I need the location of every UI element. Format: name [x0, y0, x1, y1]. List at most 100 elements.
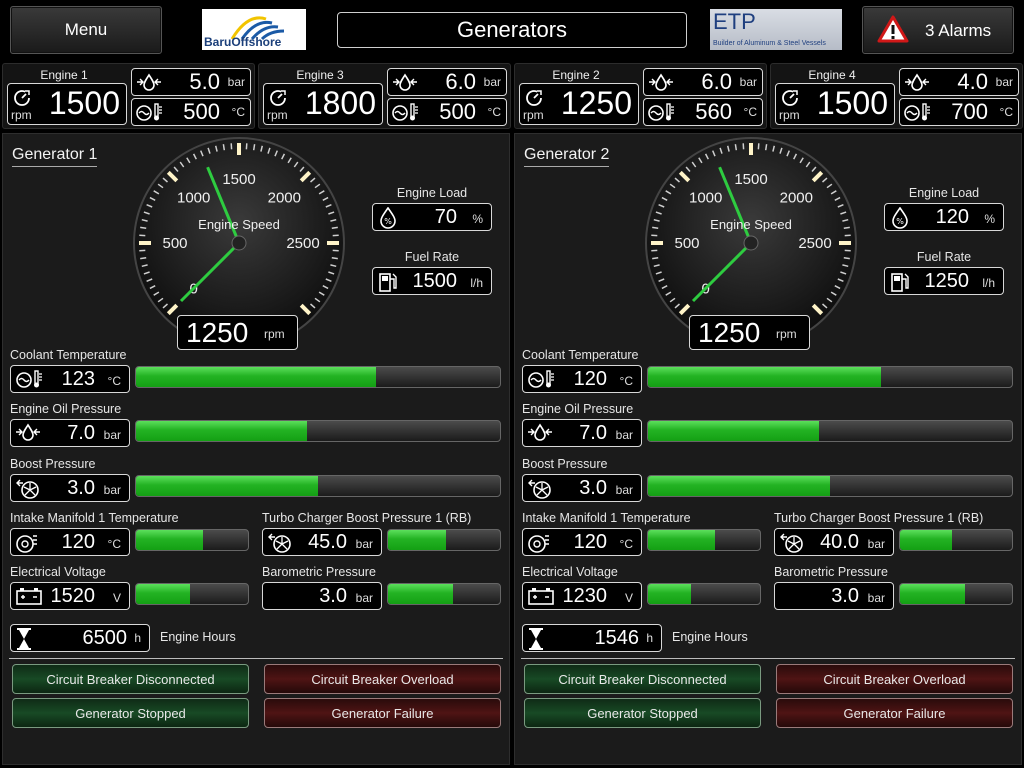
engine-panel: Engine 1 rpm 1500 5.0 bar 500 °C	[2, 63, 255, 129]
engine-pressure-box: 6.0 bar	[387, 68, 507, 96]
fuel-rate-value: 1500	[412, 270, 458, 292]
engine-temp-value: 500	[439, 99, 476, 124]
gauge-tick	[734, 144, 738, 151]
boost-pressure-bar-fill	[648, 476, 830, 496]
gauge-tick-label: 2500	[286, 235, 319, 252]
gauge-label: Engine Speed	[198, 217, 280, 232]
turbo-boost-label: Turbo Charger Boost Pressure 1 (RB)	[262, 511, 472, 525]
oil-pressure-bar-fill	[648, 421, 820, 441]
intake-temperature-box: 120 °C	[10, 528, 130, 556]
engine-name: Engine 1	[40, 68, 88, 82]
engine-rpm-value: 1500	[48, 85, 120, 121]
intake-temperature-label: Intake Manifold 1 Temperature	[10, 511, 179, 525]
generator-panel: Generator 2 05001000150020002500 Engine …	[514, 133, 1022, 765]
barometric-pressure-label: Barometric Pressure	[262, 565, 376, 579]
fuel-rate-box: 1250 l/h	[884, 267, 1004, 295]
oil-pressure-label: Engine Oil Pressure	[10, 402, 122, 416]
oil-pressure-box: 7.0 bar	[10, 419, 130, 447]
intake-temperature-label: Intake Manifold 1 Temperature	[522, 511, 691, 525]
gauge-tick	[331, 226, 338, 230]
engine-temp-box: 500 °C	[131, 98, 251, 126]
gauge-tick	[222, 144, 226, 151]
intake-temperature-bar	[135, 529, 249, 551]
coolant-temperature-icon	[903, 102, 931, 124]
circuit-breaker-overload-indicator[interactable]: Circuit Breaker Overload	[264, 664, 501, 694]
barometric-pressure-bar	[899, 583, 1013, 605]
circuit-breaker-disconnected-indicator[interactable]: Circuit Breaker Disconnected	[524, 664, 761, 694]
generator-panel: Generator 1 05001000150020002500 Engine …	[2, 133, 510, 765]
temp-unit: °C	[999, 105, 1013, 119]
generator-stopped-indicator[interactable]: Generator Stopped	[12, 698, 249, 728]
battery-icon	[15, 586, 43, 608]
fuel-rate-unit: l/h	[982, 276, 995, 290]
engine-speed-readout: 1250 rpm	[689, 315, 810, 350]
engine-pressure-value: 6.0	[701, 69, 732, 94]
engine-temp-value: 560	[695, 99, 732, 124]
coolant-temperature-icon	[391, 102, 419, 124]
boost-pressure-label: Boost Pressure	[10, 457, 96, 471]
intake-manifold-icon	[15, 532, 39, 556]
coolant-temperature-bar-fill	[136, 367, 377, 387]
engine-temp-box: 700 °C	[899, 98, 1019, 126]
intake-manifold-icon	[527, 532, 551, 556]
turbo-boost-box: 40.0 bar	[774, 528, 894, 556]
engine-name: Engine 2	[552, 68, 600, 82]
alarms-button[interactable]: 3 Alarms	[862, 6, 1014, 54]
engine-hours-label: Engine Hours	[672, 630, 748, 644]
turbo-icon	[15, 478, 41, 502]
rpm-unit: rpm	[779, 108, 800, 122]
barometric-pressure-value: 3.0	[831, 585, 859, 607]
svg-text:%: %	[896, 217, 904, 226]
voltage-unit: V	[112, 591, 121, 605]
gauge-tick-label: 1500	[222, 171, 255, 188]
oil-pressure-box: 7.0 bar	[522, 419, 642, 447]
barometric-pressure-unit: bar	[355, 591, 373, 605]
barometric-pressure-box: 3.0 bar	[774, 582, 894, 610]
rpm-unit: rpm	[11, 108, 32, 122]
boost-pressure-bar	[647, 475, 1013, 497]
oil-pressure-icon	[392, 73, 418, 93]
coolant-temperature-icon	[647, 102, 675, 124]
generator-failure-indicator[interactable]: Generator Failure	[776, 698, 1013, 728]
voltage-value: 1520	[50, 585, 96, 607]
engine-load-label: Engine Load	[908, 186, 980, 200]
generator-failure-indicator[interactable]: Generator Failure	[264, 698, 501, 728]
engine-pressure-box: 6.0 bar	[643, 68, 763, 96]
gauge-hub	[743, 235, 759, 251]
coolant-temperature-icon	[527, 369, 555, 391]
engine-rpm-value: 1800	[304, 85, 376, 121]
engine-load-value: 70	[434, 206, 457, 228]
menu-button[interactable]: Menu	[10, 6, 162, 54]
voltage-label: Electrical Voltage	[10, 565, 106, 579]
page-title: Generators	[337, 12, 687, 48]
circuit-breaker-disconnected-indicator[interactable]: Circuit Breaker Disconnected	[12, 664, 249, 694]
engine-speed-unit: rpm	[264, 327, 285, 341]
engine-load-icon: %	[377, 206, 399, 231]
fuel-rate-unit: l/h	[470, 276, 483, 290]
circuit-breaker-overload-indicator[interactable]: Circuit Breaker Overload	[776, 664, 1013, 694]
gauge-tick-label: 2000	[780, 190, 813, 207]
intake-temperature-bar-fill	[136, 530, 204, 550]
fuel-rate-label: Fuel Rate	[916, 250, 972, 264]
turbo-boost-box: 45.0 bar	[262, 528, 382, 556]
engine-speed-value: 1250	[698, 317, 761, 348]
engine-hours-label: Engine Hours	[160, 630, 236, 644]
rpm-unit: rpm	[523, 108, 544, 122]
engine-speed-value: 1250	[186, 317, 249, 348]
engine-panel: Engine 3 rpm 1800 6.0 bar 500 °C	[258, 63, 511, 129]
fuel-rate-label: Fuel Rate	[404, 250, 460, 264]
engine-temp-box: 560 °C	[643, 98, 763, 126]
engine-rpm-box: rpm 1500	[7, 83, 127, 125]
voltage-box: 1230 V	[522, 582, 642, 610]
gauge-label: Engine Speed	[710, 217, 792, 232]
etp-logo-title: ETP	[713, 9, 756, 34]
gauge-tick-label: 1000	[689, 190, 722, 207]
coolant-temperature-box: 123 °C	[10, 365, 130, 393]
boost-pressure-bar	[135, 475, 501, 497]
voltage-value: 1230	[562, 585, 608, 607]
boost-pressure-box: 3.0 bar	[522, 474, 642, 502]
oil-pressure-unit: bar	[103, 428, 121, 442]
generator-stopped-indicator[interactable]: Generator Stopped	[524, 698, 761, 728]
voltage-bar-fill	[136, 584, 190, 604]
gauge-tick-label: 500	[674, 235, 699, 252]
